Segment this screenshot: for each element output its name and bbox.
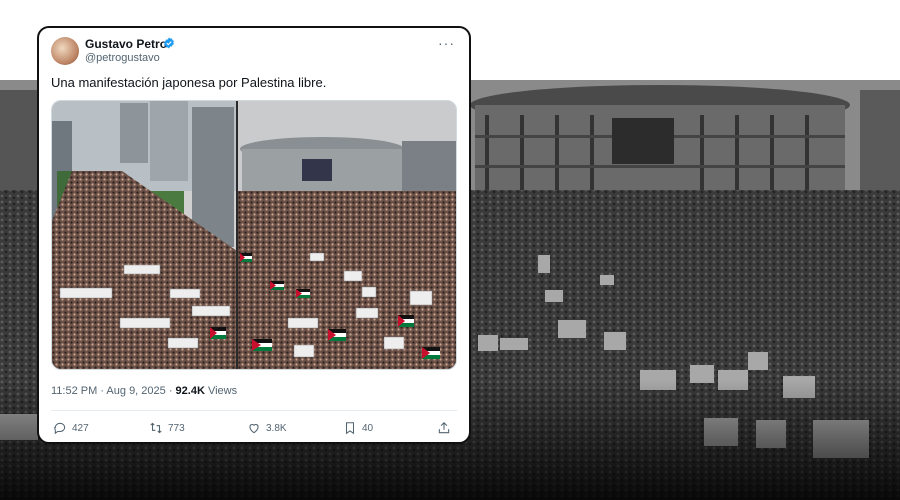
media-illustration: [52, 101, 456, 369]
bookmark-count: 40: [362, 422, 374, 434]
more-dots-icon[interactable]: ···: [438, 35, 455, 51]
avatar[interactable]: [51, 37, 79, 65]
tweet-media-image[interactable]: [51, 100, 457, 370]
tweet-card[interactable]: Gustavo Petro @petrogustavo ··· Una mani…: [37, 26, 471, 444]
views-count: 92.4K: [175, 385, 205, 397]
reply-button[interactable]: 427: [53, 421, 89, 435]
tweet-actions: 427 773 3.8K 40: [39, 421, 469, 437]
like-button[interactable]: 3.8K: [247, 421, 287, 435]
views-label: Views: [204, 385, 238, 397]
repost-icon: [150, 422, 162, 434]
bookmark-icon: [345, 422, 355, 435]
reply-icon: [54, 422, 66, 435]
share-button[interactable]: [437, 421, 451, 435]
author-handle[interactable]: @petrogustavo: [85, 52, 160, 64]
repost-button[interactable]: 773: [149, 421, 185, 435]
divider: [51, 410, 457, 411]
heart-icon: [249, 424, 259, 434]
tweet-timestamp[interactable]: 11:52 PM · Aug 9, 2025 · 92.4K Views: [51, 385, 237, 397]
tweet-time: 11:52 PM · Aug 9, 2025 ·: [51, 385, 176, 397]
bookmark-button[interactable]: 40: [343, 421, 373, 435]
like-count: 3.8K: [266, 422, 287, 434]
author-name[interactable]: Gustavo Petro: [85, 37, 167, 51]
reply-count: 427: [72, 422, 89, 434]
repost-count: 773: [168, 422, 185, 434]
verified-badge-icon: [164, 37, 174, 49]
tweet-text: Una manifestación japonesa por Palestina…: [51, 75, 327, 90]
share-icon: [438, 422, 450, 434]
